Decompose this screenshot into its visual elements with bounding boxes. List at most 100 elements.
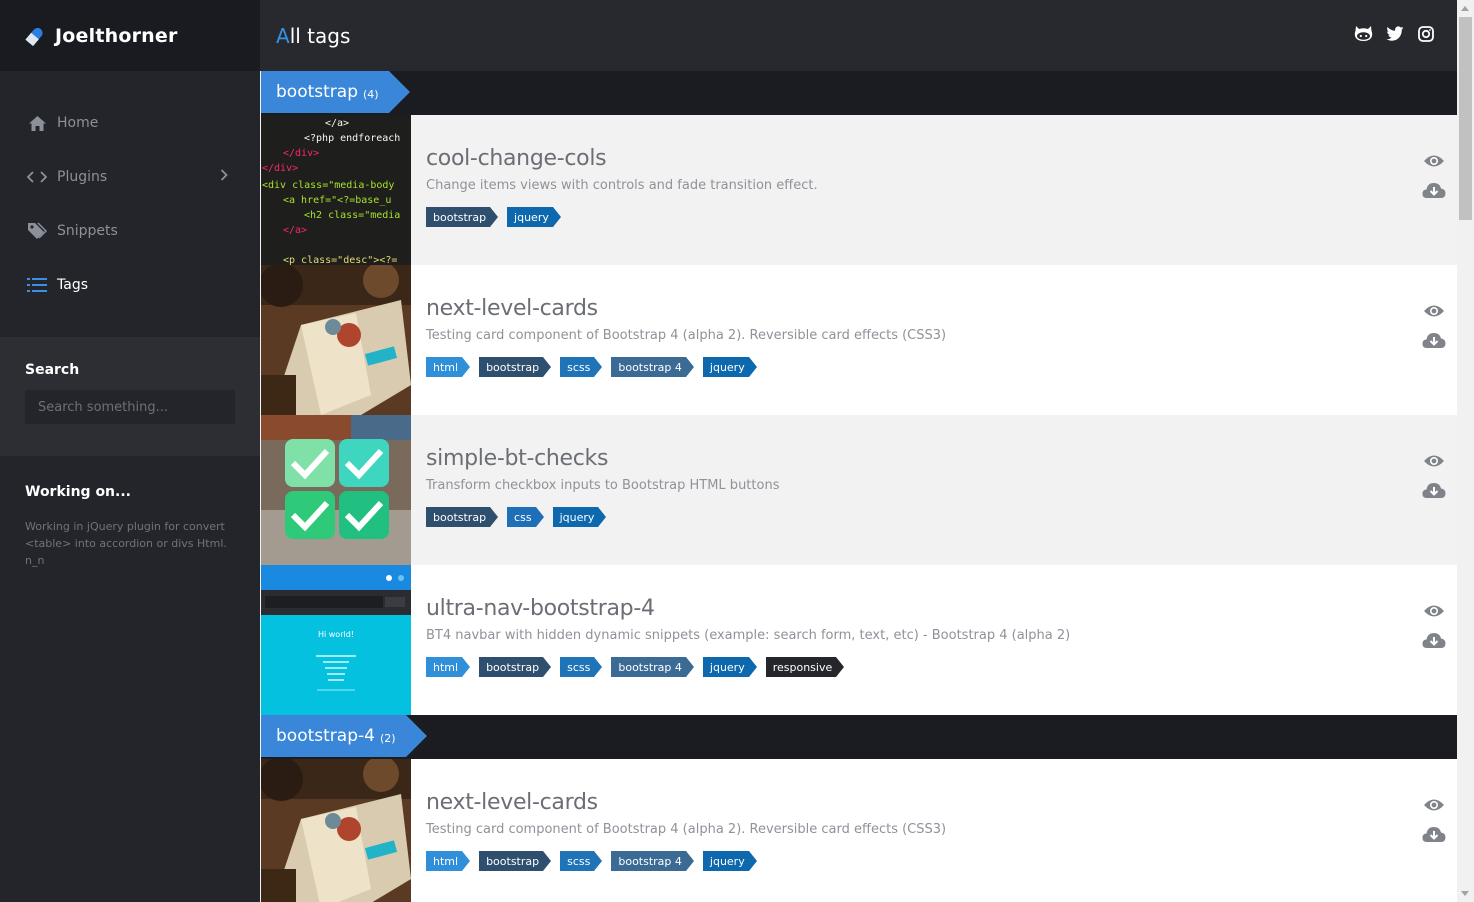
checks-photo-image xyxy=(261,415,411,565)
snippet-body: ultra-nav-bootstrap-4 BT4 navbar with hi… xyxy=(411,565,1070,715)
snippet-actions xyxy=(1422,601,1446,650)
tag-group-label[interactable]: bootstrap (4) xyxy=(261,71,410,113)
scroll-down-arrow-icon[interactable] xyxy=(1461,891,1469,896)
tag-badge[interactable]: jquery xyxy=(552,507,607,527)
page-title-rest: ll tags xyxy=(289,23,351,48)
navbar-preview-image: Hi world! xyxy=(261,565,411,715)
tag-badge[interactable]: bootstrap xyxy=(479,357,552,377)
tag-badge[interactable]: scss xyxy=(560,657,603,677)
tag-badge[interactable]: jquery xyxy=(702,357,757,377)
sidebar-item-home[interactable]: Home xyxy=(0,96,260,150)
sidebar-item-label: Home xyxy=(57,115,99,131)
snippet-item: Hi world! ultra-nav-bootstrap-4 BT4 navb… xyxy=(261,565,1457,715)
tag-badge[interactable]: html xyxy=(426,357,471,377)
sidebar-item-tags[interactable]: Tags xyxy=(0,258,260,312)
eye-icon[interactable] xyxy=(1422,601,1446,621)
sidebar-item-plugins[interactable]: Plugins xyxy=(0,150,260,204)
eye-icon[interactable] xyxy=(1422,151,1446,171)
tag-badge[interactable]: jquery xyxy=(507,207,561,227)
snippet-tags: html bootstrap scss bootstrap 4 jquery xyxy=(426,851,946,871)
cloud-download-icon[interactable] xyxy=(1422,330,1446,350)
snippet-body: simple-bt-checks Transform checkbox inpu… xyxy=(411,415,779,565)
eye-icon[interactable] xyxy=(1422,301,1446,321)
snippet-tags: html bootstrap scss bootstrap 4 jquery r… xyxy=(426,657,1070,677)
snippet-description: Testing card component of Bootstrap 4 (a… xyxy=(426,328,947,343)
brand-name: Joelthorner xyxy=(55,24,178,47)
tag-badge[interactable]: bootstrap xyxy=(479,851,552,871)
snippet-thumbnail[interactable] xyxy=(261,759,411,902)
eye-icon[interactable] xyxy=(1422,795,1446,815)
tag-group-count: (4) xyxy=(362,87,379,101)
cloud-download-icon[interactable] xyxy=(1422,180,1446,200)
eye-icon[interactable] xyxy=(1422,451,1446,471)
tag-badge[interactable]: bootstrap xyxy=(426,207,499,227)
tag-badge[interactable]: scss xyxy=(560,357,603,377)
tag-badge[interactable]: bootstrap xyxy=(479,657,552,677)
snippet-body: next-level-cards Testing card component … xyxy=(411,265,946,415)
tag-badge[interactable]: bootstrap 4 xyxy=(611,851,694,871)
cloud-download-icon[interactable] xyxy=(1422,480,1446,500)
snippet-item: simple-bt-checks Transform checkbox inpu… xyxy=(261,415,1457,565)
chevron-right-icon xyxy=(220,169,228,185)
snippet-tags: bootstrap css jquery xyxy=(426,507,779,527)
tag-icon xyxy=(27,221,47,241)
tag-group-header: bootstrap-4 (2) xyxy=(261,715,1457,759)
sidebar-item-snippets[interactable]: Snippets xyxy=(0,204,260,258)
tag-badge[interactable]: responsive xyxy=(765,657,844,677)
snippet-actions xyxy=(1422,151,1446,200)
snippet-description: Change items views with controls and fad… xyxy=(426,178,818,193)
snippet-title[interactable]: next-level-cards xyxy=(426,790,946,815)
brand[interactable]: Joelthorner xyxy=(0,0,260,71)
twitter-icon[interactable] xyxy=(1385,24,1404,43)
snippet-title[interactable]: ultra-nav-bootstrap-4 xyxy=(426,596,1070,621)
tag-group-label[interactable]: bootstrap-4 (2) xyxy=(261,715,426,757)
book-photo-image xyxy=(261,265,411,415)
snippet-thumbnail[interactable] xyxy=(261,265,411,415)
snippet-body: next-level-cards Testing card component … xyxy=(411,759,946,902)
cloud-download-icon[interactable] xyxy=(1422,824,1446,844)
page-title: All tags xyxy=(276,24,350,48)
topbar: All tags xyxy=(260,0,1457,71)
snippet-title[interactable]: simple-bt-checks xyxy=(426,446,779,471)
snippet-thumbnail[interactable]: </a> <?php endforeach </div> </div> <div… xyxy=(261,115,411,265)
instagram-icon[interactable] xyxy=(1416,24,1435,43)
list-icon xyxy=(27,275,47,295)
search-block: Search xyxy=(0,337,260,456)
code-line: <p class="desc"><?= xyxy=(283,255,397,265)
tag-badge[interactable]: scss xyxy=(560,851,603,871)
search-input[interactable] xyxy=(25,390,235,424)
tag-badge[interactable]: bootstrap 4 xyxy=(611,657,694,677)
snippet-item: next-level-cards Testing card component … xyxy=(261,759,1457,902)
tag-badge[interactable]: jquery xyxy=(702,851,757,871)
snippet-thumbnail[interactable]: Hi world! xyxy=(261,565,411,715)
scrollbar-thumb[interactable] xyxy=(1459,17,1472,220)
github-icon[interactable] xyxy=(1354,24,1373,43)
snippet-title[interactable]: cool-change-cols xyxy=(426,146,818,171)
scroll-up-arrow-icon[interactable] xyxy=(1461,6,1469,11)
snippet-description: Transform checkbox inputs to Bootstrap H… xyxy=(426,478,780,493)
code-thumbnail-image: </a> <?php endforeach </div> </div> <div… xyxy=(262,118,400,265)
tag-badge[interactable]: jquery xyxy=(702,657,757,677)
tag-badge[interactable]: bootstrap xyxy=(426,507,499,527)
search-label: Search xyxy=(25,362,80,378)
snippet-title[interactable]: next-level-cards xyxy=(426,296,946,321)
code-icon xyxy=(27,167,47,187)
snippet-description: Testing card component of Bootstrap 4 (a… xyxy=(426,822,947,837)
snippet-item: next-level-cards Testing card component … xyxy=(261,265,1457,415)
tag-group-count: (2) xyxy=(379,731,396,745)
tag-badge[interactable]: css xyxy=(507,507,543,527)
working-on-text: Working in jQuery plugin for convert <ta… xyxy=(25,520,227,567)
tag-badge[interactable]: bootstrap 4 xyxy=(611,357,694,377)
snippet-thumbnail[interactable] xyxy=(261,415,411,565)
sidebar-item-label: Tags xyxy=(57,277,88,293)
code-line: </div> xyxy=(262,163,298,174)
snippet-tags: bootstrap jquery xyxy=(426,207,818,227)
tag-group-name: bootstrap xyxy=(276,82,358,102)
tag-group-header: bootstrap (4) xyxy=(261,71,1457,115)
snippet-actions xyxy=(1422,301,1446,350)
page-scrollbar[interactable] xyxy=(1457,0,1474,902)
tag-badge[interactable]: html xyxy=(426,851,471,871)
code-line: <?php endforeach xyxy=(304,133,400,144)
tag-badge[interactable]: html xyxy=(426,657,471,677)
cloud-download-icon[interactable] xyxy=(1422,630,1446,650)
